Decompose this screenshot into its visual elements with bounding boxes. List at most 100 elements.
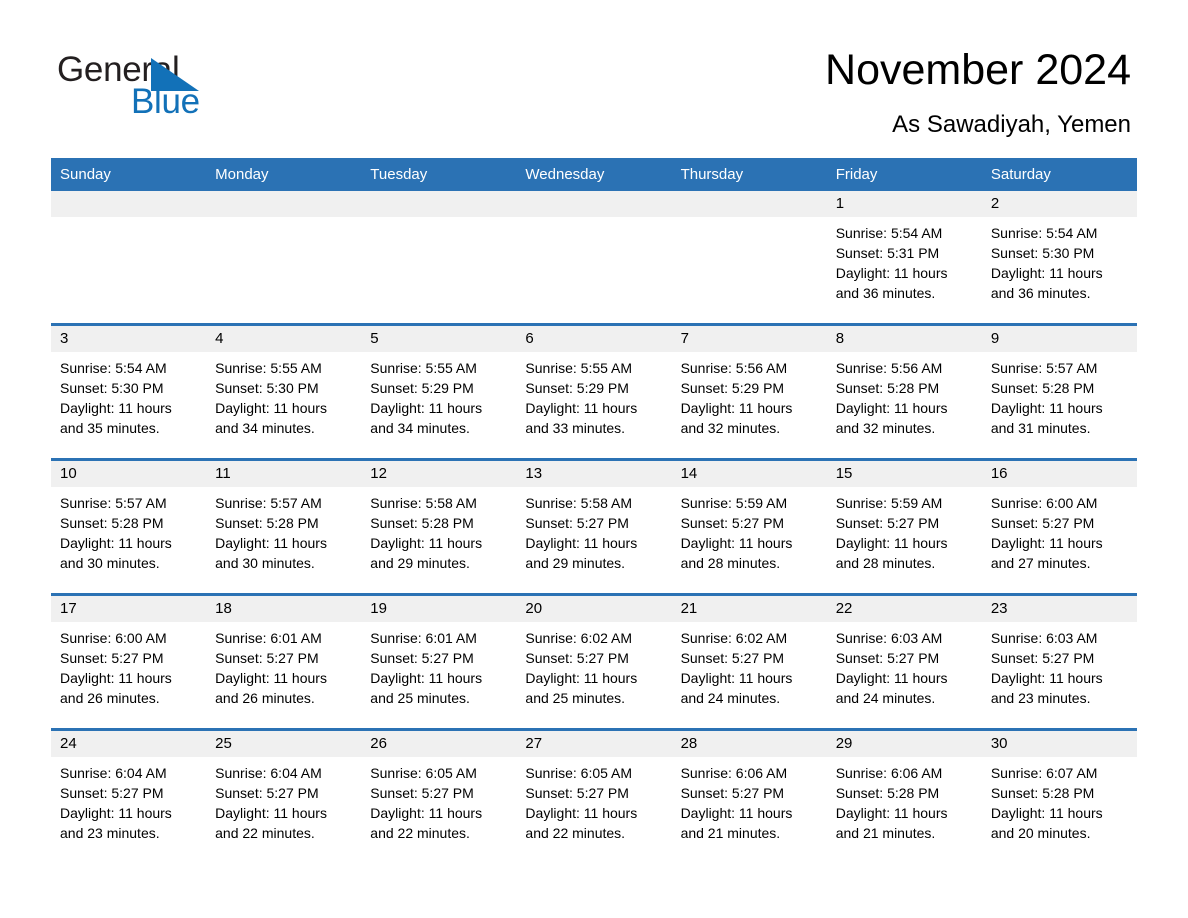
sunrise-text: Sunrise: 6:05 AM [525, 765, 633, 781]
day-cell-details: Sunrise: 5:57 AM Sunset: 5:28 PM Daylight:… [982, 352, 1137, 438]
daylight-text: Daylight: 11 hours and 34 minutes. [370, 400, 483, 436]
sunset-text: Sunset: 5:29 PM [370, 380, 474, 396]
day-cell-details: Sunrise: 6:07 AM Sunset: 5:28 PM Daylight:… [982, 757, 1137, 843]
calendar-empty-cell [206, 191, 362, 325]
calendar-day-cell[interactable]: 10 Sunrise: 5:57 AM Sunset: 5:28 PM Dayligh… [51, 458, 207, 595]
sunset-text: Sunset: 5:28 PM [990, 380, 1095, 396]
daylight-text: Daylight: 11 hours and 23 minutes. [60, 805, 172, 841]
day-cell-inner: 13 Sunrise: 5:58 AM Sunset: 5:27 PM Dayligh… [516, 461, 672, 593]
day-number [206, 191, 362, 217]
day-cell-details: Sunrise: 5:58 AM Sunset: 5:28 PM Daylight:… [361, 487, 516, 573]
sunrise-text: Sunrise: 6:00 AM [60, 630, 167, 646]
daylight-text: Daylight: 11 hours and 32 minutes. [680, 400, 793, 436]
day-cell-details: Sunrise: 5:55 AM Sunset: 5:30 PM Daylight:… [206, 352, 361, 438]
day-number: 10 [51, 461, 207, 487]
day-number: 19 [361, 596, 517, 622]
calendar-day-cell[interactable]: 2 Sunrise: 5:54 AM Sunset: 5:30 PM Daylight… [981, 191, 1137, 325]
sunset-text: Sunset: 5:31 PM [835, 245, 940, 261]
sunset-text: Sunset: 5:27 PM [60, 785, 164, 801]
sunset-text: Sunset: 5:27 PM [835, 650, 940, 666]
day-cell-details: Sunrise: 6:00 AM Sunset: 5:27 PM Daylight:… [982, 487, 1137, 573]
sunset-text: Sunset: 5:30 PM [60, 380, 164, 396]
sunset-text: Sunset: 5:27 PM [370, 650, 474, 666]
calendar-day-cell[interactable]: 25 Sunrise: 6:04 AM Sunset: 5:27 PM Dayligh… [206, 728, 362, 863]
sunset-text: Sunset: 5:28 PM [215, 515, 319, 531]
day-cell-inner [671, 191, 827, 323]
day-number [361, 191, 517, 217]
calendar-day-cell[interactable]: 7 Sunrise: 5:56 AM Sunset: 5:29 PM Daylight… [671, 323, 827, 460]
day-cell-details: Sunrise: 6:02 AM Sunset: 5:27 PM Daylight:… [516, 622, 671, 708]
calendar-day-cell[interactable]: 15 Sunrise: 5:59 AM Sunset: 5:27 PM Dayligh… [826, 458, 982, 595]
calendar-day-cell[interactable]: 29 Sunrise: 6:06 AM Sunset: 5:28 PM Dayligh… [826, 728, 982, 863]
weekday-header-friday: Friday [826, 158, 982, 191]
day-number: 4 [206, 326, 362, 352]
sunrise-text: Sunrise: 5:54 AM [990, 225, 1098, 241]
calendar-day-cell[interactable]: 26 Sunrise: 6:05 AM Sunset: 5:27 PM Dayligh… [361, 728, 517, 863]
day-number: 1 [826, 191, 982, 217]
calendar-day-cell[interactable]: 16 Sunrise: 6:00 AM Sunset: 5:27 PM Dayligh… [981, 458, 1137, 595]
day-number: 25 [206, 731, 362, 757]
calendar-day-cell[interactable]: 19 Sunrise: 6:01 AM Sunset: 5:27 PM Dayligh… [361, 593, 517, 730]
day-cell-inner: 7 Sunrise: 5:56 AM Sunset: 5:29 PM Daylight… [671, 326, 827, 458]
daylight-text: Daylight: 11 hours and 24 minutes. [835, 670, 948, 706]
calendar-day-cell[interactable]: 14 Sunrise: 5:59 AM Sunset: 5:27 PM Dayligh… [671, 458, 827, 595]
day-cell-details: Sunrise: 6:01 AM Sunset: 5:27 PM Daylight:… [361, 622, 516, 708]
calendar-day-cell[interactable]: 8 Sunrise: 5:56 AM Sunset: 5:28 PM Daylight… [826, 323, 982, 460]
calendar-day-cell[interactable]: 27 Sunrise: 6:05 AM Sunset: 5:27 PM Dayligh… [516, 728, 672, 863]
calendar-day-cell[interactable]: 1 Sunrise: 5:54 AM Sunset: 5:31 PM Daylight… [826, 191, 982, 325]
day-cell-details: Sunrise: 5:57 AM Sunset: 5:28 PM Daylight:… [206, 487, 361, 573]
sunset-text: Sunset: 5:30 PM [990, 245, 1095, 261]
day-cell-details: Sunrise: 5:54 AM Sunset: 5:31 PM Daylight:… [827, 217, 982, 303]
calendar-day-cell[interactable]: 22 Sunrise: 6:03 AM Sunset: 5:27 PM Dayligh… [826, 593, 982, 730]
calendar-weekday-header: Sunday Monday Tuesday Wednesday Thursday… [51, 158, 1137, 191]
day-cell-inner [51, 191, 207, 323]
calendar-day-cell[interactable]: 11 Sunrise: 5:57 AM Sunset: 5:28 PM Dayligh… [206, 458, 362, 595]
sunrise-text: Sunrise: 5:54 AM [60, 360, 167, 376]
calendar-day-cell[interactable]: 13 Sunrise: 5:58 AM Sunset: 5:27 PM Dayligh… [516, 458, 672, 595]
daylight-text: Daylight: 11 hours and 29 minutes. [370, 535, 483, 571]
day-cell-inner: 24 Sunrise: 6:04 AM Sunset: 5:27 PM Dayligh… [51, 731, 207, 863]
day-number: 30 [981, 731, 1137, 757]
day-cell-inner: 17 Sunrise: 6:00 AM Sunset: 5:27 PM Dayligh… [51, 596, 207, 728]
day-number: 7 [671, 326, 827, 352]
sunrise-text: Sunrise: 6:07 AM [990, 765, 1098, 781]
calendar-week-row: 24 Sunrise: 6:04 AM Sunset: 5:27 PM Dayligh… [51, 728, 1137, 863]
day-cell-inner: 27 Sunrise: 6:05 AM Sunset: 5:27 PM Dayligh… [516, 731, 672, 863]
calendar-day-cell[interactable]: 20 Sunrise: 6:02 AM Sunset: 5:27 PM Dayligh… [516, 593, 672, 730]
calendar-day-cell[interactable]: 4 Sunrise: 5:55 AM Sunset: 5:30 PM Daylight… [206, 323, 362, 460]
sunrise-text: Sunrise: 5:57 AM [990, 360, 1098, 376]
sunrise-text: Sunrise: 5:55 AM [370, 360, 477, 376]
calendar-day-cell[interactable]: 6 Sunrise: 5:55 AM Sunset: 5:29 PM Daylight… [516, 323, 672, 460]
day-cell-inner: 26 Sunrise: 6:05 AM Sunset: 5:27 PM Dayligh… [361, 731, 517, 863]
day-cell-inner: 10 Sunrise: 5:57 AM Sunset: 5:28 PM Dayligh… [51, 461, 207, 593]
calendar-day-cell[interactable]: 17 Sunrise: 6:00 AM Sunset: 5:27 PM Dayligh… [51, 593, 207, 730]
calendar-day-cell[interactable]: 30 Sunrise: 6:07 AM Sunset: 5:28 PM Dayligh… [981, 728, 1137, 863]
day-number: 15 [826, 461, 982, 487]
day-cell-details: Sunrise: 6:02 AM Sunset: 5:27 PM Daylight:… [672, 622, 827, 708]
generalblue-logo[interactable]: General Blue [57, 52, 277, 128]
daylight-text: Daylight: 11 hours and 30 minutes. [60, 535, 172, 571]
calendar-day-cell[interactable]: 12 Sunrise: 5:58 AM Sunset: 5:28 PM Dayligh… [361, 458, 517, 595]
sunrise-text: Sunrise: 5:58 AM [525, 495, 633, 511]
daylight-text: Daylight: 11 hours and 21 minutes. [835, 805, 948, 841]
day-number: 18 [206, 596, 362, 622]
day-cell-details: Sunrise: 5:59 AM Sunset: 5:27 PM Daylight:… [827, 487, 982, 573]
calendar-day-cell[interactable]: 5 Sunrise: 5:55 AM Sunset: 5:29 PM Daylight… [361, 323, 517, 460]
calendar-grid: Sunday Monday Tuesday Wednesday Thursday… [51, 158, 1137, 863]
calendar-day-cell[interactable]: 21 Sunrise: 6:02 AM Sunset: 5:27 PM Dayligh… [671, 593, 827, 730]
sunrise-text: Sunrise: 5:56 AM [680, 360, 788, 376]
calendar-day-cell[interactable]: 28 Sunrise: 6:06 AM Sunset: 5:27 PM Dayligh… [671, 728, 827, 863]
calendar-day-cell[interactable]: 24 Sunrise: 6:04 AM Sunset: 5:27 PM Dayligh… [51, 728, 207, 863]
daylight-text: Daylight: 11 hours and 34 minutes. [215, 400, 327, 436]
calendar-body: 1 Sunrise: 5:54 AM Sunset: 5:31 PM Daylight… [51, 191, 1137, 863]
day-cell-details: Sunrise: 6:00 AM Sunset: 5:27 PM Daylight:… [51, 622, 206, 708]
sunrise-text: Sunrise: 6:03 AM [990, 630, 1098, 646]
calendar-day-cell[interactable]: 9 Sunrise: 5:57 AM Sunset: 5:28 PM Daylight… [981, 323, 1137, 460]
calendar-day-cell[interactable]: 18 Sunrise: 6:01 AM Sunset: 5:27 PM Dayligh… [206, 593, 362, 730]
calendar-day-cell[interactable]: 3 Sunrise: 5:54 AM Sunset: 5:30 PM Daylight… [51, 323, 207, 460]
day-cell-details: Sunrise: 6:04 AM Sunset: 5:27 PM Daylight:… [206, 757, 361, 843]
day-number [51, 191, 207, 217]
calendar-day-cell[interactable]: 23 Sunrise: 6:03 AM Sunset: 5:27 PM Dayligh… [981, 593, 1137, 730]
sunset-text: Sunset: 5:29 PM [525, 380, 629, 396]
sunrise-text: Sunrise: 5:57 AM [215, 495, 322, 511]
